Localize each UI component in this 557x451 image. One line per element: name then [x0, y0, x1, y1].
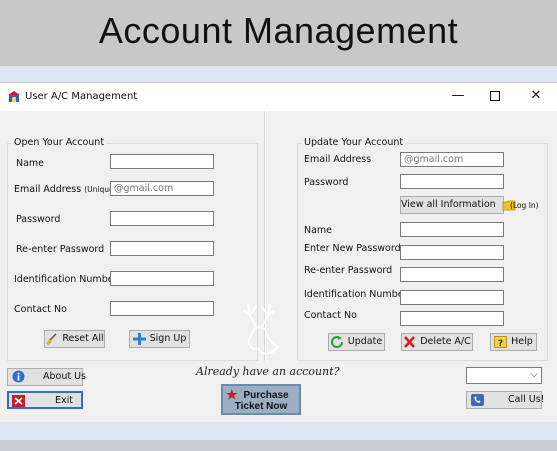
update-name-label: Name	[304, 225, 333, 236]
phone-icon	[471, 393, 484, 406]
about-us-button[interactable]: About Us	[7, 368, 87, 386]
delete-x-icon	[404, 335, 416, 348]
reset-all-button[interactable]: Reset All	[44, 330, 105, 348]
reenter-password-label: Re-enter Password	[16, 244, 105, 255]
update-password-label: Password	[304, 177, 349, 188]
star-icon: ★	[226, 387, 238, 402]
identification-label: Identification Number	[14, 274, 118, 285]
sign-up-label: Sign Up	[149, 333, 187, 344]
dropdown-select[interactable]: ⌵	[466, 367, 542, 384]
email-field[interactable]: @gmail.com	[110, 181, 214, 196]
identification-field[interactable]	[110, 271, 214, 286]
name-field[interactable]	[110, 154, 214, 169]
open-account-group: Open Your Account Name Email Address (Un…	[7, 137, 258, 361]
login-note: (Log In)	[510, 201, 539, 210]
minimize-icon[interactable]: —	[443, 86, 473, 106]
purchase-ticket-button[interactable]: ★ Purchase Ticket Now	[221, 384, 301, 415]
purchase-line-2: Ticket Now	[234, 401, 288, 412]
update-email-field[interactable]: @gmail.com	[400, 152, 504, 167]
about-us-label: About Us	[43, 371, 87, 382]
help-question-icon: ?	[494, 335, 508, 348]
top-band	[0, 66, 557, 82]
call-us-label: Call Us!	[508, 394, 545, 405]
new-password-field[interactable]	[400, 245, 504, 260]
update-password-field[interactable]	[400, 174, 504, 189]
banner-title: Account Management	[98, 10, 459, 51]
update-reenter-password-field[interactable]	[400, 267, 504, 282]
update-label: Update	[347, 336, 383, 347]
new-password-label: Enter New Password	[304, 243, 401, 254]
exit-button[interactable]: Exit	[7, 391, 83, 409]
app-window: User A/C Management — ✕ Open Your Accoun…	[0, 82, 557, 423]
contact-field[interactable]	[110, 301, 214, 316]
update-email-label: Email Address	[304, 154, 372, 165]
delete-account-button[interactable]: Delete A/C	[401, 333, 473, 351]
chevron-down-icon: ⌵	[530, 369, 538, 380]
delete-account-label: Delete A/C	[420, 336, 471, 347]
view-all-information-label: View all Information	[401, 199, 496, 210]
update-name-field[interactable]	[400, 222, 504, 237]
maximize-icon[interactable]	[480, 86, 510, 106]
password-field[interactable]	[110, 211, 214, 226]
title-bar: User A/C Management — ✕	[0, 83, 557, 111]
reenter-password-field[interactable]	[110, 241, 214, 256]
banner: Account Management	[0, 0, 557, 66]
email-label-text: Email Address	[14, 184, 82, 195]
update-button[interactable]: Update	[328, 333, 385, 351]
update-reenter-password-label: Re-enter Password	[304, 265, 393, 276]
update-contact-field[interactable]	[400, 311, 504, 326]
update-contact-label: Contact No	[304, 310, 357, 321]
update-identification-field[interactable]	[400, 290, 504, 305]
signup-plus-icon	[132, 332, 146, 345]
update-account-legend: Update Your Account	[302, 137, 406, 148]
update-arrow-icon	[330, 335, 343, 348]
exit-label: Exit	[55, 395, 73, 406]
broom-icon	[46, 332, 57, 345]
name-label: Name	[16, 158, 45, 169]
svg-text:?: ?	[498, 339, 503, 348]
app-icon	[8, 91, 20, 102]
contact-label: Contact No	[14, 304, 67, 315]
already-account-text: Already have an account?	[196, 365, 340, 378]
help-label: Help	[511, 336, 533, 347]
update-account-group: Update Your Account Email Address @gmail…	[297, 137, 548, 361]
info-icon	[12, 370, 25, 383]
close-icon[interactable]: ✕	[521, 86, 551, 106]
deer-logo-icon	[243, 304, 280, 355]
view-all-information-button[interactable]: View all Information	[400, 196, 516, 214]
call-us-button[interactable]: Call Us!	[466, 391, 545, 409]
open-account-legend: Open Your Account	[12, 137, 107, 148]
bottom-band-lower	[0, 440, 557, 451]
password-label: Password	[16, 214, 61, 225]
help-button[interactable]: ? Help	[490, 333, 537, 351]
sign-up-button[interactable]: Sign Up	[129, 330, 190, 348]
email-label: Email Address (Unique)	[14, 184, 117, 195]
reset-all-label: Reset All	[62, 333, 104, 344]
window-title: User A/C Management	[25, 91, 138, 102]
exit-icon	[12, 394, 25, 407]
update-identification-label: Identification Number	[304, 289, 408, 300]
